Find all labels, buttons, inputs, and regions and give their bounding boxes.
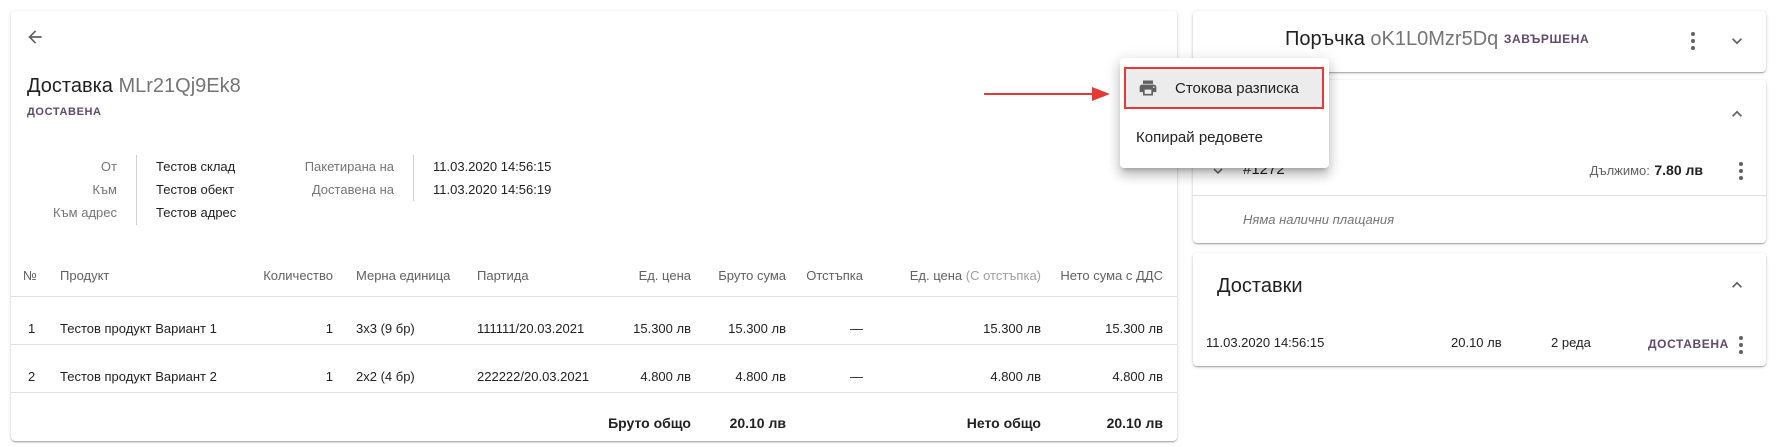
cell-discount: — [850, 321, 863, 336]
deliveries-title: Доставки [1217, 275, 1303, 297]
menu-item-label: Копирай редовете [1136, 128, 1263, 146]
total-gross-label: Бруто общо [608, 415, 691, 431]
info-value-delivered-at: 11.03.2020 14:56:19 [433, 182, 552, 197]
payments-divider [1193, 195, 1766, 196]
info-value-from: Тестов склад [156, 159, 236, 174]
cell-net-vat: 15.300 лв [1105, 321, 1163, 336]
printer-icon [1138, 78, 1158, 98]
cell-product: Тестов продукт Вариант 2 [60, 369, 217, 384]
info-label-delivered-at: Доставена на [311, 182, 394, 197]
cell-batch: 222222/20.03.2021 [477, 369, 590, 384]
delivery-title: Доставка [27, 75, 113, 97]
cell-batch: 111111/20.03.2021 [477, 321, 585, 336]
back-arrow-icon[interactable] [19, 21, 51, 53]
deliveries-card: Доставки 11.03.2020 14:56:15 20.10 лв 2 … [1193, 253, 1766, 366]
col-header-unit-price-disc-sub: (С отстъпка) [965, 268, 1041, 283]
menu-item-goods-receipt[interactable]: Стокова разписка [1124, 67, 1324, 109]
page-title: Доставка MLr21Qj9Ek8 [27, 75, 241, 98]
info-label-to-address: Към адрес [52, 205, 117, 220]
order-title: Поръчка [1285, 28, 1365, 50]
no-payments-text: Няма налични плащания [1243, 212, 1395, 227]
col-header-net-vat: Нето сума с ДДС [1060, 268, 1163, 283]
row-divider [11, 392, 1177, 393]
info-value-to: Тестов обект [156, 182, 235, 197]
chevron-up-icon[interactable] [1723, 100, 1751, 128]
menu-item-copy-rows[interactable]: Копирай редовете [1120, 116, 1329, 158]
info-label-from: От [100, 159, 117, 174]
total-gross-value: 20.10 лв [729, 415, 786, 431]
delivery-lines: 2 реда [1551, 335, 1591, 350]
info-label-to: Към [92, 182, 117, 197]
order-more-icon[interactable] [1681, 27, 1705, 55]
col-header-qty: Количество [263, 268, 333, 283]
delivery-date: 11.03.2020 14:56:15 [1206, 335, 1325, 350]
cell-num: 1 [28, 321, 36, 336]
cell-unit: 2x2 (4 бр) [356, 369, 415, 384]
cell-num: 2 [28, 369, 36, 384]
col-header-discount: Отстъпка [806, 268, 863, 283]
row-divider [11, 344, 1177, 345]
total-net-value: 20.10 лв [1106, 415, 1163, 431]
info-value-to-address: Тестов адрес [156, 205, 237, 220]
order-status-badge: ЗАВЪРШЕНА [1503, 32, 1590, 46]
cell-unit-price: 4.800 лв [640, 369, 691, 384]
info-divider-left [136, 155, 137, 225]
cell-unit-price: 15.300 лв [633, 321, 691, 336]
cell-net-vat: 4.800 лв [1112, 369, 1163, 384]
info-divider-right [413, 155, 414, 201]
delivery-amount: 20.10 лв [1451, 335, 1502, 350]
delivery-status-badge: ДОСТАВЕНА [27, 106, 102, 118]
col-header-unit: Мерна единица [356, 268, 451, 283]
order-id: oK1L0Mzr5Dq [1370, 28, 1499, 50]
cell-product: Тестов продукт Вариант 1 [60, 321, 217, 336]
delivery-id: MLr21Qj9Ek8 [118, 75, 241, 97]
delivery-row-status: ДОСТАВЕНА [1648, 337, 1729, 351]
amount-due-value: 7.80 лв [1654, 162, 1703, 178]
col-header-num: № [23, 268, 37, 283]
info-label-packed-at: Пакетирана на [304, 159, 394, 174]
annotation-arrow [984, 84, 1112, 104]
cell-unit-price-disc: 4.800 лв [990, 369, 1041, 384]
col-header-batch: Партида [477, 268, 529, 283]
table-divider [11, 296, 1177, 297]
col-header-unit-price: Ед. цена [638, 268, 691, 283]
cell-unit: 3x3 (9 бр) [356, 321, 415, 336]
amount-due-label: Дължимо: [1589, 163, 1650, 178]
col-header-unit-price-disc-main: Ед. цена [909, 268, 963, 283]
invoice-more-icon[interactable] [1731, 158, 1751, 184]
cell-qty: 1 [325, 321, 333, 336]
delivery-card: Доставка MLr21Qj9Ek8 ДОСТАВЕНА От Към Къ… [11, 11, 1177, 441]
cell-unit-price-disc: 15.300 лв [983, 321, 1041, 336]
total-net-label: Нето общо [966, 415, 1041, 431]
chevron-down-icon[interactable] [1723, 27, 1751, 55]
info-value-packed-at: 11.03.2020 14:56:15 [433, 159, 552, 174]
chevron-up-icon[interactable] [1723, 271, 1751, 299]
menu-item-label: Стокова разписка [1175, 79, 1299, 97]
col-header-product: Продукт [60, 268, 110, 283]
amount-due: Дължимо: 7.80 лв [1523, 162, 1703, 180]
order-header: Поръчка oK1L0Mzr5Dq ЗАВЪРШЕНА [1285, 28, 1589, 51]
cell-discount: — [850, 369, 863, 384]
cell-qty: 1 [325, 369, 333, 384]
context-menu: Стокова разписка Копирай редовете [1120, 58, 1329, 168]
col-header-unit-price-disc: Ед. цена (С отстъпка) [871, 268, 1041, 283]
delivery-more-icon[interactable] [1731, 332, 1751, 358]
